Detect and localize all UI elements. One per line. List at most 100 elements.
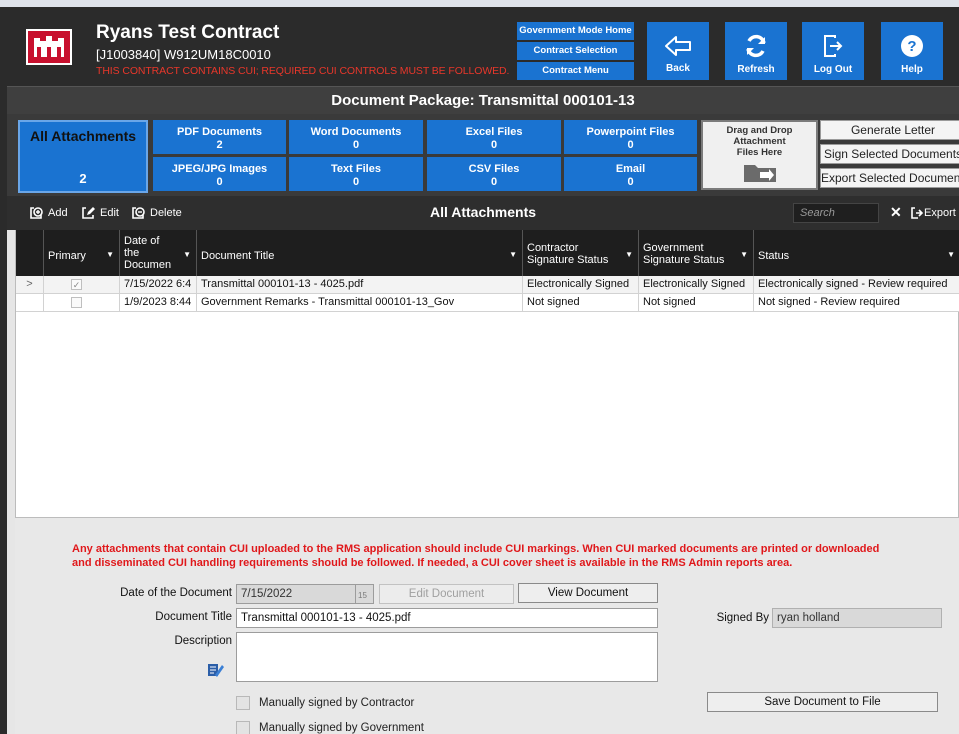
government-status-cell: Electronically Signed xyxy=(638,276,753,293)
tab-csv-files[interactable]: CSV Files 0 xyxy=(427,157,561,191)
primary-checkbox[interactable]: ✓ xyxy=(71,279,82,290)
contract-id: [J1003840] W912UM18C0010 xyxy=(96,47,271,62)
dropzone-line3: Files Here xyxy=(736,147,783,158)
refresh-button[interactable]: Refresh xyxy=(725,22,787,80)
contract-title: Ryans Test Contract xyxy=(96,22,280,43)
header-status-label: Status xyxy=(758,250,790,262)
header-primary[interactable]: Primary ▼ xyxy=(43,230,119,276)
filter-icon[interactable]: ▼ xyxy=(947,250,955,259)
app-header: Ryans Test Contract [J1003840] W912UM18C… xyxy=(7,7,959,86)
header-government-line2: Signature Status xyxy=(643,254,725,266)
cui-notice: Any attachments that contain CUI uploade… xyxy=(72,542,942,570)
header-document-title[interactable]: Document Title ▼ xyxy=(196,230,522,276)
window-top-strip xyxy=(0,0,959,7)
primary-checkbox[interactable] xyxy=(71,297,82,308)
tab-powerpoint-files[interactable]: Powerpoint Files 0 xyxy=(564,120,697,154)
help-icon: ? xyxy=(901,35,923,57)
tab-pdf-documents[interactable]: PDF Documents 2 xyxy=(153,120,286,154)
app-window: Ryans Test Contract [J1003840] W912UM18C… xyxy=(0,0,959,734)
filter-icon[interactable]: ▼ xyxy=(106,250,114,259)
attachment-drop-zone[interactable]: Drag and Drop Attachment Files Here xyxy=(701,120,818,190)
signed-by-label: Signed By xyxy=(716,612,769,624)
generate-letter-button[interactable]: Generate Letter xyxy=(820,120,959,140)
manual-government-option[interactable]: Manually signed by Government xyxy=(236,721,424,734)
date-field[interactable]: 7/15/2022 xyxy=(236,584,356,604)
logout-button[interactable]: Log Out xyxy=(802,22,864,80)
edit-document-button[interactable]: Edit Document xyxy=(379,584,514,604)
status-cell: Not signed - Review required xyxy=(753,294,959,311)
help-button[interactable]: ? Help xyxy=(881,22,943,80)
csv-count: 0 xyxy=(490,175,498,188)
contractor-status-cell: Electronically Signed xyxy=(522,276,638,293)
filter-icon[interactable]: ▼ xyxy=(509,250,517,259)
tab-jpeg-images[interactable]: JPEG/JPG Images 0 xyxy=(153,157,286,191)
header-primary-label: Primary xyxy=(48,250,86,262)
word-count: 0 xyxy=(352,138,360,151)
table-row[interactable]: > ✓ 7/15/2022 6:4 Transmittal 000101-13 … xyxy=(16,276,959,294)
email-count: 0 xyxy=(627,175,634,188)
save-document-to-file-button[interactable]: Save Document to File xyxy=(707,692,938,712)
search-input[interactable]: Search xyxy=(793,203,879,223)
text-label: Text Files xyxy=(331,162,381,175)
manual-government-checkbox[interactable] xyxy=(236,721,250,734)
header-status[interactable]: Status ▼ xyxy=(753,230,959,276)
header-date-line2: the xyxy=(124,247,140,259)
header-contractor-line2: Signature Status xyxy=(527,254,609,266)
contractor-status-cell: Not signed xyxy=(522,294,638,311)
all-attachments-label: All Attachments xyxy=(30,128,137,144)
jpeg-label: JPEG/JPG Images xyxy=(171,162,268,175)
title-cell: Government Remarks - Transmittal 000101-… xyxy=(196,294,522,311)
filter-icon[interactable]: ▼ xyxy=(625,250,633,259)
package-title: Document Package: Transmittal 000101-13 xyxy=(7,86,959,114)
tab-text-files[interactable]: Text Files 0 xyxy=(289,157,423,191)
header-contractor-status[interactable]: Contractor Signature Status ▼ xyxy=(522,230,638,276)
header-contractor-label: Contractor Signature Status xyxy=(527,242,608,266)
logout-label: Log Out xyxy=(813,64,853,75)
calendar-day: 15 xyxy=(358,591,367,600)
export-icon xyxy=(911,207,924,219)
tab-all-attachments[interactable]: All Attachments 2 xyxy=(18,120,148,193)
header-date-line1: Date of xyxy=(124,235,160,247)
header-date-label: Date of the Documen xyxy=(124,235,171,271)
header-date[interactable]: Date of the Documen ▼ xyxy=(119,230,196,276)
row-indicator: > xyxy=(26,278,33,290)
export-selected-documents-button[interactable]: Export Selected Documents xyxy=(820,168,959,188)
description-field[interactable] xyxy=(236,632,658,682)
date-cell: 7/15/2022 6:4 xyxy=(119,276,196,293)
text-count: 0 xyxy=(352,175,360,188)
contract-menu-button[interactable]: Contract Menu xyxy=(517,62,634,80)
back-button[interactable]: Back xyxy=(647,22,709,80)
manual-contractor-checkbox[interactable] xyxy=(236,696,250,710)
sign-selected-documents-button[interactable]: Sign Selected Documents xyxy=(820,144,959,164)
email-label: Email xyxy=(615,162,646,175)
table-row[interactable]: 1/9/2023 8:44 Government Remarks - Trans… xyxy=(16,294,959,312)
back-label: Back xyxy=(666,63,690,74)
word-label: Word Documents xyxy=(310,125,402,138)
grid-header: Primary ▼ Date of the Documen ▼ Document… xyxy=(16,230,959,276)
folder-drop-icon xyxy=(743,165,776,182)
document-details-panel: Any attachments that contain CUI uploade… xyxy=(15,518,959,734)
view-document-button[interactable]: View Document xyxy=(518,583,658,603)
row-indicator xyxy=(16,294,43,311)
spell-check-icon[interactable] xyxy=(207,661,225,684)
header-government-status[interactable]: Government Signature Status ▼ xyxy=(638,230,753,276)
tab-email[interactable]: Email 0 xyxy=(564,157,697,191)
all-attachments-count: 2 xyxy=(79,171,87,186)
contract-selection-button[interactable]: Contract Selection xyxy=(517,42,634,60)
tab-word-documents[interactable]: Word Documents 0 xyxy=(289,120,423,154)
header-contractor-line1: Contractor xyxy=(527,242,579,254)
excel-count: 0 xyxy=(490,138,498,151)
filter-icon[interactable]: ▼ xyxy=(740,250,748,259)
clear-search-icon[interactable]: ✕ xyxy=(890,204,902,221)
gov-mode-home-button[interactable]: Government Mode Home xyxy=(517,22,634,40)
jpeg-count: 0 xyxy=(216,175,223,188)
filter-icon[interactable]: ▼ xyxy=(183,250,191,259)
excel-label: Excel Files xyxy=(465,125,523,138)
export-button[interactable]: Export xyxy=(910,206,956,220)
description-label: Description xyxy=(174,635,232,647)
manual-contractor-option[interactable]: Manually signed by Contractor xyxy=(236,696,414,710)
category-panel: All Attachments 2 PDF Documents 2 Word D… xyxy=(7,114,959,196)
calendar-icon[interactable]: 15 xyxy=(356,584,374,604)
document-title-field[interactable]: Transmittal 000101-13 - 4025.pdf xyxy=(236,608,658,628)
tab-excel-files[interactable]: Excel Files 0 xyxy=(427,120,561,154)
